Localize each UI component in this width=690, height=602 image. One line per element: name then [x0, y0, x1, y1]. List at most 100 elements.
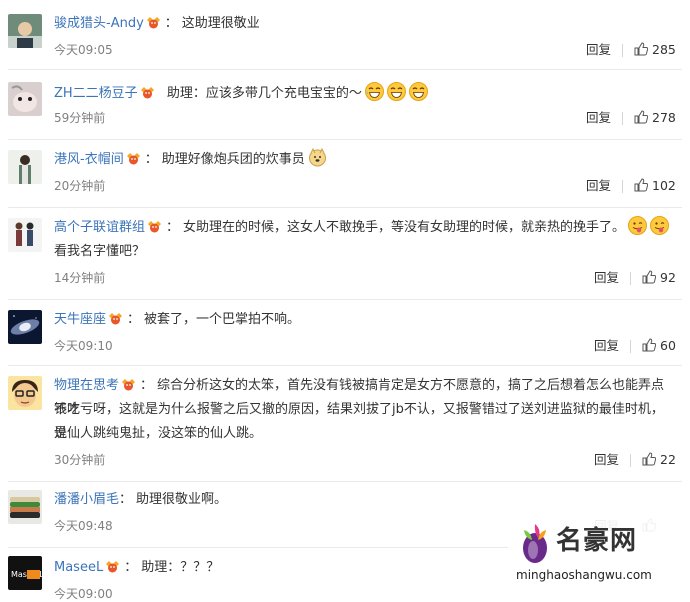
username-link[interactable]: 潘潘小眉毛 — [54, 492, 119, 507]
divider — [630, 340, 631, 353]
thumbs-up-icon — [634, 110, 649, 124]
username-link[interactable]: 高个子联谊群组 — [54, 220, 145, 235]
thumbs-up-icon — [642, 338, 657, 352]
avatar[interactable] — [8, 490, 42, 524]
comment-item: 天牛座座 ：被套了，一个巴掌拍不响。 今天09:10 回复 60 — [0, 300, 690, 366]
divider — [622, 180, 623, 193]
colon: ： — [119, 492, 133, 507]
doge-emoji-icon — [308, 148, 327, 167]
colon: ： — [164, 16, 178, 31]
like-count: 22 — [660, 452, 676, 467]
like-count: 102 — [652, 178, 676, 193]
tongue-emoji-icon — [650, 216, 670, 235]
avatar[interactable]: Mas eeL — [8, 556, 42, 590]
comment-text: 助理：应该多带几个充电宝宝的～ — [166, 86, 362, 101]
username-link[interactable]: MaseeL — [54, 560, 103, 575]
username-link[interactable]: 骏成猎头-Andy — [54, 16, 144, 31]
vip-badge-icon — [147, 220, 162, 233]
colon: ： — [124, 560, 138, 575]
reply-button[interactable]: 回复 — [594, 452, 619, 468]
watermark: 名豪网 minghaoshangwu.com — [508, 516, 690, 592]
comment-text: 女助理在的时候，这女人不敢挽手，等没有女助理的时候，就亲热的挽手了。 — [183, 220, 626, 235]
comment-line: 骏成猎头-Andy ：这助理很敬业 — [54, 12, 670, 36]
like-button[interactable]: 60 — [642, 338, 676, 354]
avatar[interactable] — [8, 150, 42, 184]
watermark-title: 名豪网 — [556, 526, 638, 556]
watermark-url: minghaoshangwu.com — [516, 568, 652, 582]
comment-text: 助理：？？？ — [141, 560, 220, 575]
like-button[interactable]: 22 — [642, 452, 676, 468]
comment-line: 潘潘小眉毛： 助理很敬业啊。 — [54, 488, 670, 512]
divider — [622, 44, 623, 57]
thumbs-up-icon — [642, 452, 657, 466]
vip-badge-icon — [108, 312, 123, 325]
reply-button[interactable]: 回复 — [594, 338, 619, 354]
comment-line: 高个子联谊群组 ：女助理在的时候，这女人不敢挽手，等没有女助理的时候，就亲热的挽手… — [54, 216, 670, 240]
comment-time: 今天09:05 — [54, 43, 113, 57]
thumbs-up-icon — [642, 270, 657, 284]
comment-item: 港风-衣帽间 ：助理好像炮兵团的炊事员 20分钟前 回复 102 — [0, 140, 690, 208]
like-button[interactable]: 278 — [634, 110, 676, 126]
colon — [159, 86, 163, 101]
site-logo-icon — [523, 524, 547, 563]
comment-time: 14分钟前 — [54, 271, 106, 285]
comment-text: 助理很敬业啊。 — [136, 492, 228, 507]
vip-badge-icon — [146, 16, 161, 29]
reply-button[interactable]: 回复 — [586, 178, 611, 194]
avatar[interactable] — [8, 14, 42, 48]
divider — [630, 272, 631, 285]
reply-button[interactable]: 回复 — [594, 270, 619, 286]
vip-badge-icon — [126, 152, 141, 165]
divider — [630, 454, 631, 467]
comment-line-2: 看我名字懂吧？ — [54, 244, 146, 259]
like-button[interactable]: 285 — [634, 42, 676, 58]
like-count: 285 — [652, 42, 676, 57]
reply-button[interactable]: 回复 — [586, 110, 611, 126]
username-link[interactable]: ZH二二杨豆子 — [54, 86, 138, 101]
username-link[interactable]: 港风-衣帽间 — [54, 152, 124, 167]
laugh-tears-emoji-icon — [386, 82, 406, 101]
comment-time: 30分钟前 — [54, 453, 106, 467]
comment-line: 港风-衣帽间 ：助理好像炮兵团的炊事员 — [54, 148, 670, 172]
comment-text: 被套了，一个巴掌拍不响。 — [144, 312, 301, 327]
avatar[interactable] — [8, 82, 42, 116]
username-link[interactable]: 物理在思考 — [54, 378, 119, 393]
like-button[interactable]: 92 — [642, 270, 676, 286]
laugh-tears-emoji-icon — [408, 82, 428, 101]
comment-text: 这助理很敬业 — [181, 16, 260, 31]
colon: ： — [127, 312, 141, 327]
comment-item: 高个子联谊群组 ：女助理在的时候，这女人不敢挽手，等没有女助理的时候，就亲热的挽手… — [0, 208, 690, 300]
comment-time: 20分钟前 — [54, 179, 106, 193]
colon: ： — [144, 152, 158, 167]
divider — [622, 112, 623, 125]
comment-time: 59分钟前 — [54, 111, 106, 125]
reply-button[interactable]: 回复 — [586, 42, 611, 58]
like-button[interactable]: 102 — [634, 178, 676, 194]
laugh-tears-emoji-icon — [364, 82, 384, 101]
comment-time: 今天09:00 — [54, 587, 113, 601]
like-count: 278 — [652, 110, 676, 125]
avatar[interactable] — [8, 310, 42, 344]
comment-line: ZH二二杨豆子 助理：应该多带几个充电宝宝的～ — [54, 82, 670, 106]
comment-line-3: 是仙人跳纯鬼扯，没这笨的仙人跳。 — [54, 426, 263, 441]
thumbs-up-icon — [634, 42, 649, 56]
thumbs-up-icon — [634, 178, 649, 192]
tongue-emoji-icon — [628, 216, 648, 235]
colon: ： — [166, 220, 180, 235]
username-link[interactable]: 天牛座座 — [54, 312, 106, 327]
comment-item: 骏成猎头-Andy ：这助理很敬业 今天09:05 回复 285 — [0, 0, 690, 70]
comment-time: 今天09:10 — [54, 339, 113, 353]
like-count: 60 — [660, 338, 676, 353]
avatar[interactable] — [8, 376, 42, 410]
like-count: 92 — [660, 270, 676, 285]
vip-badge-icon — [105, 560, 120, 573]
avatar[interactable] — [8, 218, 42, 252]
comment-item: 物理在思考：综合分析这女的太笨，首先没有钱被搞肯定是女方不愿意的，搞了之后想着怎… — [0, 366, 690, 482]
comment-time: 今天09:48 — [54, 519, 113, 533]
comment-item: ZH二二杨豆子 助理：应该多带几个充电宝宝的～ 59分钟前 回复 278 — [0, 70, 690, 140]
vip-badge-icon — [121, 378, 136, 391]
comment-text: 助理好像炮兵团的炊事员 — [161, 152, 305, 167]
colon: ： — [140, 378, 154, 393]
vip-badge-icon — [140, 86, 155, 99]
comment-line: 天牛座座 ：被套了，一个巴掌拍不响。 — [54, 308, 670, 332]
